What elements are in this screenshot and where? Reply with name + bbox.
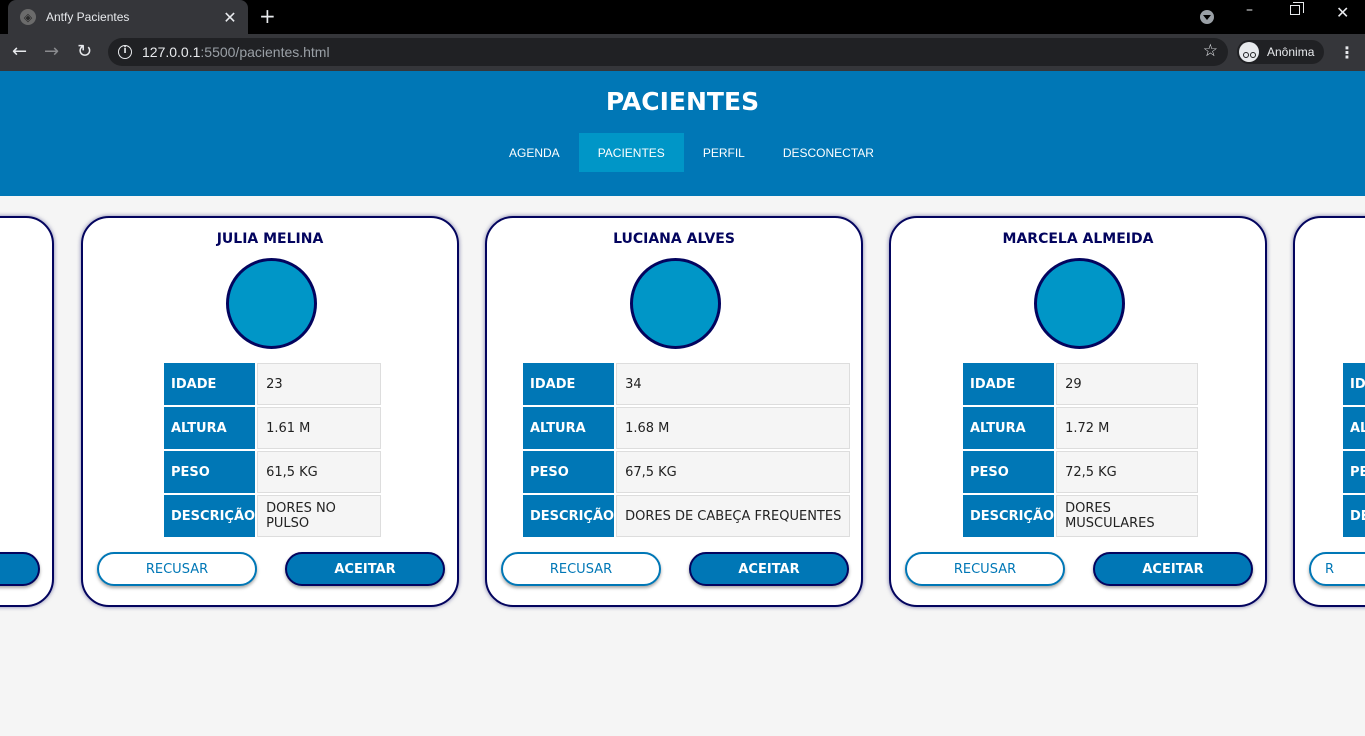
tab-search-icon[interactable] (1200, 10, 1214, 24)
height-label: ALTURA (523, 407, 615, 449)
close-tab-icon[interactable]: ✕ (218, 8, 242, 27)
profile-label: Anônima (1267, 45, 1315, 59)
height-label: ALTURA (963, 407, 1055, 449)
incognito-icon (1239, 42, 1259, 62)
weight-value: 67,5 KG (616, 451, 851, 493)
patient-info-table: IDADE 34 ALTURA 1.68 M PESO 67,5 KG DESCRIÇ… (521, 361, 852, 539)
bookmark-star-icon[interactable]: ☆ (1203, 41, 1218, 61)
tab-title: Antfy Pacientes (46, 10, 130, 24)
weight-label: PESO (164, 451, 256, 493)
accept-button[interactable]: ACEITAR (689, 552, 849, 586)
refuse-button[interactable]: RECUSAR (501, 552, 661, 586)
refuse-button[interactable]: RECUSAR (905, 552, 1065, 586)
description-label: DESCRIÇÃO (523, 495, 615, 537)
patient-card: LUCIANA ALVES IDADE 34 ALTURA 1.68 M PESO 6… (485, 216, 863, 607)
age-label: IDADE (164, 363, 256, 405)
height-label: ALTURA (164, 407, 256, 449)
patient-card: JULIA MELINA IDADE 23 ALTURA 1.61 M PESO 61… (81, 216, 459, 607)
page-title: PACIENTES (605, 87, 760, 116)
description-label: DESCRIÇÃO (164, 495, 256, 537)
patient-name: JULIA MELINA (216, 231, 324, 247)
height-value: 1.61 M (257, 407, 382, 449)
browser-tab[interactable]: ◈ Antfy Pacientes ✕ (8, 0, 248, 34)
reload-icon[interactable]: ↻ (77, 41, 92, 62)
avatar (630, 258, 721, 349)
nav-desconectar[interactable]: DESCONECTAR (764, 133, 893, 172)
description-value: DORES MUSCULARES (1056, 495, 1199, 537)
accept-button[interactable] (0, 552, 40, 586)
patient-name: LUCIANA ALVES (613, 231, 735, 247)
refuse-button[interactable]: RECUSAR (97, 552, 257, 586)
age-label: IDADE (523, 363, 615, 405)
patients-carousel[interactable]: JULIA MELINA IDADE 23 ALTURA 1.61 M PESO 61… (0, 196, 1365, 636)
height-label: AL (1343, 407, 1365, 449)
description-label: DESCRIÇÃO (963, 495, 1055, 537)
address-bar[interactable]: i 127.0.0.1:5500/pacientes.html ☆ (108, 38, 1228, 66)
forward-arrow-icon[interactable]: → (44, 41, 59, 62)
weight-value: 61,5 KG (257, 451, 382, 493)
age-value: 34 (616, 363, 851, 405)
weight-label: PE (1343, 451, 1365, 493)
nav-pacientes[interactable]: PACIENTES (578, 133, 684, 172)
age-label: IDADE (963, 363, 1055, 405)
description-label: DE (1343, 495, 1365, 537)
more-menu-icon[interactable]: ⋮ (1339, 43, 1355, 62)
profile-button[interactable]: Anônima (1237, 40, 1325, 64)
new-tab-icon[interactable]: + (259, 4, 276, 28)
avatar (1034, 258, 1125, 349)
restore-icon[interactable] (1290, 2, 1304, 15)
weight-label: PESO (963, 451, 1055, 493)
window-close-icon[interactable]: ✕ (1336, 3, 1349, 22)
patient-card-partial-left (0, 216, 54, 607)
patient-card-partial-right: ID AL PE DE R (1293, 216, 1365, 607)
refuse-button[interactable]: R (1309, 552, 1365, 586)
description-value: DORES DE CABEÇA FREQUENTES (616, 495, 851, 537)
back-arrow-icon[interactable]: ← (12, 41, 27, 62)
height-value: 1.72 M (1056, 407, 1199, 449)
nav-agenda[interactable]: AGENDA (490, 133, 579, 172)
accept-button[interactable]: ACEITAR (285, 552, 445, 586)
description-value: DORES NO PULSO (257, 495, 382, 537)
info-icon[interactable]: i (118, 45, 132, 59)
patient-info-table: IDADE 29 ALTURA 1.72 M PESO 72,5 KG DESCRIÇ… (961, 361, 1200, 539)
url-text: 127.0.0.1:5500/pacientes.html (142, 44, 330, 60)
browser-toolbar: ← → ↻ i 127.0.0.1:5500/pacientes.html ☆ (0, 34, 1365, 71)
browser-tabbar: ◈ Antfy Pacientes ✕ + – ✕ (0, 0, 1365, 34)
patient-info-table: IDADE 23 ALTURA 1.61 M PESO 61,5 KG DESCRIÇ… (162, 361, 383, 539)
age-value: 23 (257, 363, 382, 405)
accept-button[interactable]: ACEITAR (1093, 552, 1253, 586)
patient-name: MARCELA ALMEIDA (1002, 231, 1154, 247)
patient-card: MARCELA ALMEIDA IDADE 29 ALTURA 1.72 M PES… (889, 216, 1267, 607)
avatar (226, 258, 317, 349)
nav-perfil[interactable]: PERFIL (684, 133, 764, 172)
globe-icon: ◈ (20, 9, 36, 25)
weight-label: PESO (523, 451, 615, 493)
main-nav: AGENDA PACIENTES PERFIL DESCONECTAR (490, 133, 893, 172)
height-value: 1.68 M (616, 407, 851, 449)
weight-value: 72,5 KG (1056, 451, 1199, 493)
patient-info-table: ID AL PE DE (1341, 361, 1365, 539)
age-value: 29 (1056, 363, 1199, 405)
site-header: PACIENTES AGENDA PACIENTES PERFIL DESCON… (0, 71, 1365, 196)
age-label: ID (1343, 363, 1365, 405)
minimize-icon[interactable]: – (1246, 2, 1253, 18)
